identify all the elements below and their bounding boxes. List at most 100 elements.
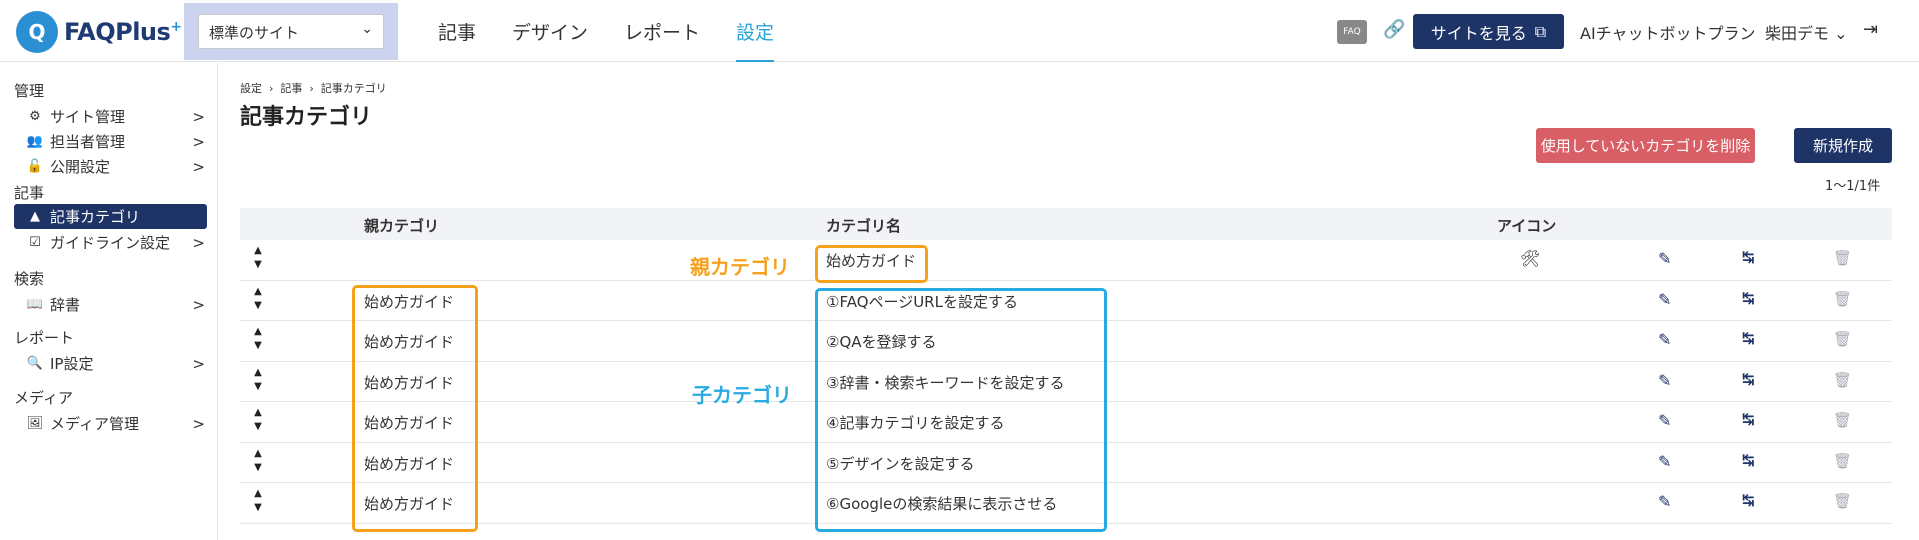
sort-handle[interactable]: ▲ ▼ xyxy=(252,487,264,515)
logo[interactable]: Q FAQPlus+ xyxy=(16,10,182,54)
sort-handle[interactable]: ▲ ▼ xyxy=(252,447,264,475)
sidebar-section-media: メディア xyxy=(14,389,73,407)
top-bar: Q FAQPlus+ 標準のサイト ⌄ 記事 デザイン レポート 設定 FAQ … xyxy=(0,0,1919,62)
nav-settings[interactable]: 設定 xyxy=(718,0,792,62)
move-icon[interactable]: ↹ xyxy=(1742,370,1755,388)
sort-up-icon[interactable]: ▲ xyxy=(254,245,262,256)
sidebar: 管理 ⚙ サイト管理 > 👥 担当者管理 > 🔓 公開設定 > 記事 ▲ 記事カ… xyxy=(0,63,218,540)
header-parent: 親カテゴリ xyxy=(364,217,440,235)
new-category-button[interactable]: 新規作成 xyxy=(1794,128,1892,163)
child-names-highlight xyxy=(815,288,1107,532)
sort-handle[interactable]: ▲ ▼ xyxy=(252,406,264,434)
nav-design[interactable]: デザイン xyxy=(494,0,606,62)
trash-icon[interactable]: 🗑 xyxy=(1833,290,1852,308)
trash-icon[interactable]: 🗑 xyxy=(1833,371,1852,389)
header-name: カテゴリ名 xyxy=(826,217,902,235)
chevron-right-icon: > xyxy=(192,414,205,433)
sort-down-icon[interactable]: ▼ xyxy=(254,381,262,392)
sort-up-icon[interactable]: ▲ xyxy=(254,286,262,297)
gear-icon: ⚙ xyxy=(29,109,41,124)
edit-icon[interactable]: ✎ xyxy=(1658,492,1671,511)
sidebar-item-dictionary[interactable]: 📖 辞書 > xyxy=(14,292,207,317)
media-icon: 🖼 xyxy=(26,416,44,431)
sidebar-item-media-manage[interactable]: 🖼 メディア管理 > xyxy=(14,411,207,436)
edit-icon[interactable]: ✎ xyxy=(1658,249,1671,268)
sort-up-icon[interactable]: ▲ xyxy=(254,407,262,418)
sort-down-icon[interactable]: ▼ xyxy=(254,259,262,270)
site-select-value: 標準のサイト xyxy=(209,24,300,42)
edit-icon[interactable]: ✎ xyxy=(1658,371,1671,390)
edit-icon[interactable]: ✎ xyxy=(1658,411,1671,430)
parent-category-annotation: 親カテゴリ xyxy=(690,255,790,279)
edit-icon[interactable]: ✎ xyxy=(1658,290,1671,309)
sort-down-icon[interactable]: ▼ xyxy=(254,421,262,432)
chevron-right-icon: > xyxy=(192,354,205,373)
sort-up-icon[interactable]: ▲ xyxy=(254,367,262,378)
view-site-label: サイトを見る xyxy=(1430,23,1527,43)
sidebar-item-publish-settings[interactable]: 🔓 公開設定 > xyxy=(14,154,207,179)
lock-icon: 🔓 xyxy=(26,159,44,174)
trash-icon[interactable]: 🗑 xyxy=(1833,492,1852,510)
faq-bubble-icon[interactable]: FAQ xyxy=(1337,20,1367,44)
site-select[interactable]: 標準のサイト ⌄ xyxy=(198,14,384,49)
external-link-icon: ⧉ xyxy=(1534,21,1547,41)
chevron-down-icon: ⌄ xyxy=(1834,24,1848,43)
user-name: 柴田デモ xyxy=(1765,24,1830,43)
parent-name-highlight xyxy=(815,245,928,283)
user-menu[interactable]: 柴田デモ ⌄ xyxy=(1765,20,1848,44)
sort-up-icon[interactable]: ▲ xyxy=(254,488,262,499)
edit-icon[interactable]: ✎ xyxy=(1658,452,1671,471)
logo-text: FAQPlus+ xyxy=(64,18,182,46)
trash-icon[interactable]: 🗑 xyxy=(1833,452,1852,470)
move-icon[interactable]: ↹ xyxy=(1742,289,1755,307)
chevron-right-icon: > xyxy=(192,157,205,176)
sort-handle[interactable]: ▲ ▼ xyxy=(252,244,264,272)
sidebar-section-article: 記事 xyxy=(14,184,45,202)
table-row: ▲ ▼ 始め方ガイド 🛠 ✎ ↹ 🗑 xyxy=(240,240,1892,281)
sort-handle[interactable]: ▲ ▼ xyxy=(252,325,264,353)
sidebar-item-guideline-settings[interactable]: ☑ ガイドライン設定 > xyxy=(14,230,207,255)
nav-article[interactable]: 記事 xyxy=(420,0,494,62)
sidebar-section-search: 検索 xyxy=(14,270,45,288)
breadcrumb-item-current: 記事カテゴリ xyxy=(320,82,387,95)
sidebar-item-article-category[interactable]: ▲ 記事カテゴリ xyxy=(14,204,207,229)
sidebar-section-report: レポート xyxy=(14,329,75,347)
category-icon: ▲ xyxy=(30,209,40,224)
sort-up-icon[interactable]: ▲ xyxy=(254,326,262,337)
breadcrumb-item-article[interactable]: 記事 xyxy=(280,82,302,95)
link-icon[interactable]: 🔗 xyxy=(1383,19,1405,40)
sidebar-item-label: 公開設定 xyxy=(50,158,111,176)
sidebar-item-ip-settings[interactable]: 🔍 IP設定 > xyxy=(14,351,207,376)
plan-label: AIチャットボットプラン xyxy=(1580,24,1756,43)
sort-down-icon[interactable]: ▼ xyxy=(254,462,262,473)
sidebar-item-staff-manage[interactable]: 👥 担当者管理 > xyxy=(14,129,207,154)
sort-handle[interactable]: ▲ ▼ xyxy=(252,285,264,313)
chevron-right-icon: > xyxy=(192,132,205,151)
main-nav: 記事 デザイン レポート 設定 xyxy=(420,0,792,62)
move-icon[interactable]: ↹ xyxy=(1742,248,1755,266)
trash-icon[interactable]: 🗑 xyxy=(1833,330,1852,348)
logout-icon[interactable]: ⇥ xyxy=(1863,19,1878,40)
trash-icon[interactable]: 🗑 xyxy=(1833,249,1852,267)
move-icon[interactable]: ↹ xyxy=(1742,329,1755,347)
page-title: 記事カテゴリ xyxy=(240,105,373,130)
delete-unused-category-button[interactable]: 使用していないカテゴリを削除 xyxy=(1536,128,1755,163)
breadcrumb-item-settings[interactable]: 設定 xyxy=(240,82,262,95)
sort-down-icon[interactable]: ▼ xyxy=(254,300,262,311)
sort-handle[interactable]: ▲ ▼ xyxy=(252,366,264,394)
sort-up-icon[interactable]: ▲ xyxy=(254,448,262,459)
view-site-button[interactable]: サイトを見る ⧉ xyxy=(1413,14,1564,49)
chevron-down-icon: ⌄ xyxy=(361,21,373,37)
sort-down-icon[interactable]: ▼ xyxy=(254,502,262,513)
ip-search-icon: 🔍 xyxy=(26,356,44,371)
sort-down-icon[interactable]: ▼ xyxy=(254,340,262,351)
edit-icon[interactable]: ✎ xyxy=(1658,330,1671,349)
move-icon[interactable]: ↹ xyxy=(1742,491,1755,509)
sidebar-item-label: ガイドライン設定 xyxy=(50,234,171,252)
nav-report[interactable]: レポート xyxy=(606,0,718,62)
users-icon: 👥 xyxy=(26,134,44,149)
trash-icon[interactable]: 🗑 xyxy=(1833,411,1852,429)
sidebar-item-site-manage[interactable]: ⚙ サイト管理 > xyxy=(14,104,207,129)
move-icon[interactable]: ↹ xyxy=(1742,410,1755,428)
move-icon[interactable]: ↹ xyxy=(1742,451,1755,469)
